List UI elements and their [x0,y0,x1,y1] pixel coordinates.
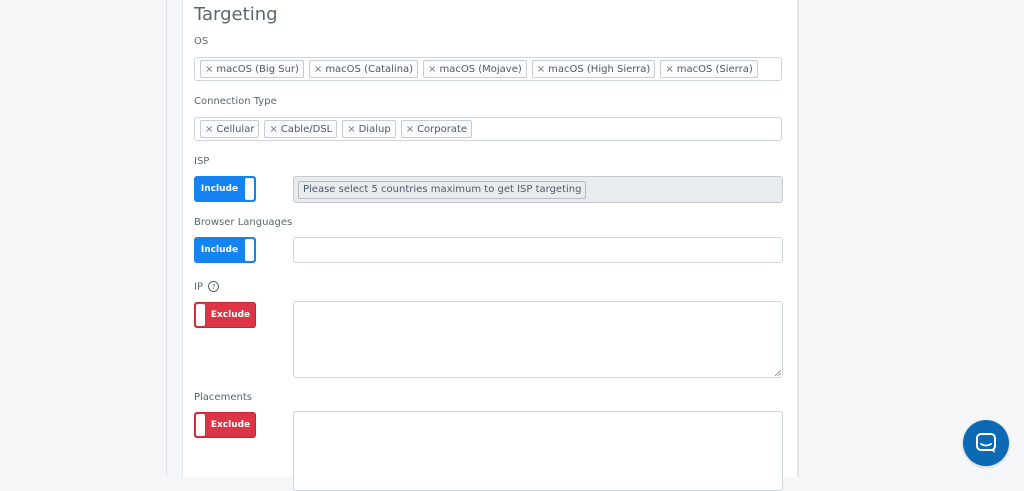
browser-languages-input[interactable] [293,237,783,263]
os-tag: × macOS (Catalina) [308,60,419,78]
remove-tag-icon[interactable]: × [347,124,355,135]
connection-tag-label: Dialup [358,123,391,135]
remove-tag-icon[interactable]: × [269,124,277,135]
os-multiselect[interactable]: × macOS (Big Sur) × macOS (Catalina) × macO… [194,57,782,81]
isp-select-disabled: Please select 5 countries maximum to get… [293,176,783,203]
ip-label-text: IP [194,281,203,293]
connection-type-multiselect[interactable]: × Cellular × Cable/DSL × Dialup × Corporate [194,117,782,141]
os-tag: × macOS (High Sierra) [531,60,656,78]
remove-tag-icon[interactable]: × [205,124,213,135]
remove-tag-icon[interactable]: × [406,124,414,135]
section-title: Targeting [194,4,278,25]
toggle-label: Exclude [210,420,251,430]
os-tag-label: macOS (Mojave) [439,63,522,75]
toggle-knob [245,239,254,261]
ip-exclude-toggle[interactable]: Exclude [194,302,256,328]
isp-include-toggle[interactable]: Include [194,176,256,202]
connection-tag: × Cellular [200,120,260,138]
os-tag: × macOS (Sierra) [660,60,758,78]
placements-exclude-toggle[interactable]: Exclude [194,412,256,438]
os-tag: × macOS (Big Sur) [200,60,304,78]
isp-label: ISP [194,156,210,167]
toggle-knob [196,304,205,326]
toggle-label: Include [200,184,239,194]
ip-label: IP ? [194,281,220,293]
toggle-label: Include [200,245,239,255]
connection-tag-label: Corporate [417,123,468,135]
remove-tag-icon[interactable]: × [205,64,213,75]
os-tag-label: macOS (Sierra) [676,63,753,75]
os-tag-label: macOS (Big Sur) [216,63,299,75]
os-tag: × macOS (Mojave) [423,60,527,78]
os-label: OS [194,36,209,47]
isp-disabled-message: Please select 5 countries maximum to get… [298,180,587,199]
chat-bubble-icon [976,433,996,453]
connection-tag-label: Cellular [216,123,255,135]
placements-label: Placements [194,392,252,403]
connection-type-label: Connection Type [194,96,277,107]
remove-tag-icon[interactable]: × [537,64,545,75]
remove-tag-icon[interactable]: × [428,64,436,75]
connection-tag: × Corporate [400,120,473,138]
browser-languages-label: Browser Languages [194,217,293,228]
toggle-label: Exclude [210,310,251,320]
connection-tag: × Dialup [342,120,396,138]
toggle-knob [196,414,205,436]
os-tag-label: macOS (High Sierra) [548,63,651,75]
browser-languages-include-toggle[interactable]: Include [194,237,256,263]
connection-tag: × Cable/DSL [264,120,338,138]
remove-tag-icon[interactable]: × [665,64,673,75]
os-tag-label: macOS (Catalina) [325,63,414,75]
help-icon[interactable]: ? [208,281,220,292]
placements-textarea[interactable] [293,411,783,491]
remove-tag-icon[interactable]: × [314,64,322,75]
resize-handle-icon[interactable] [775,370,781,376]
ip-textarea[interactable] [293,301,783,378]
connection-tag-label: Cable/DSL [280,123,333,135]
toggle-knob [245,178,254,200]
chat-launcher-button[interactable] [963,420,1009,466]
